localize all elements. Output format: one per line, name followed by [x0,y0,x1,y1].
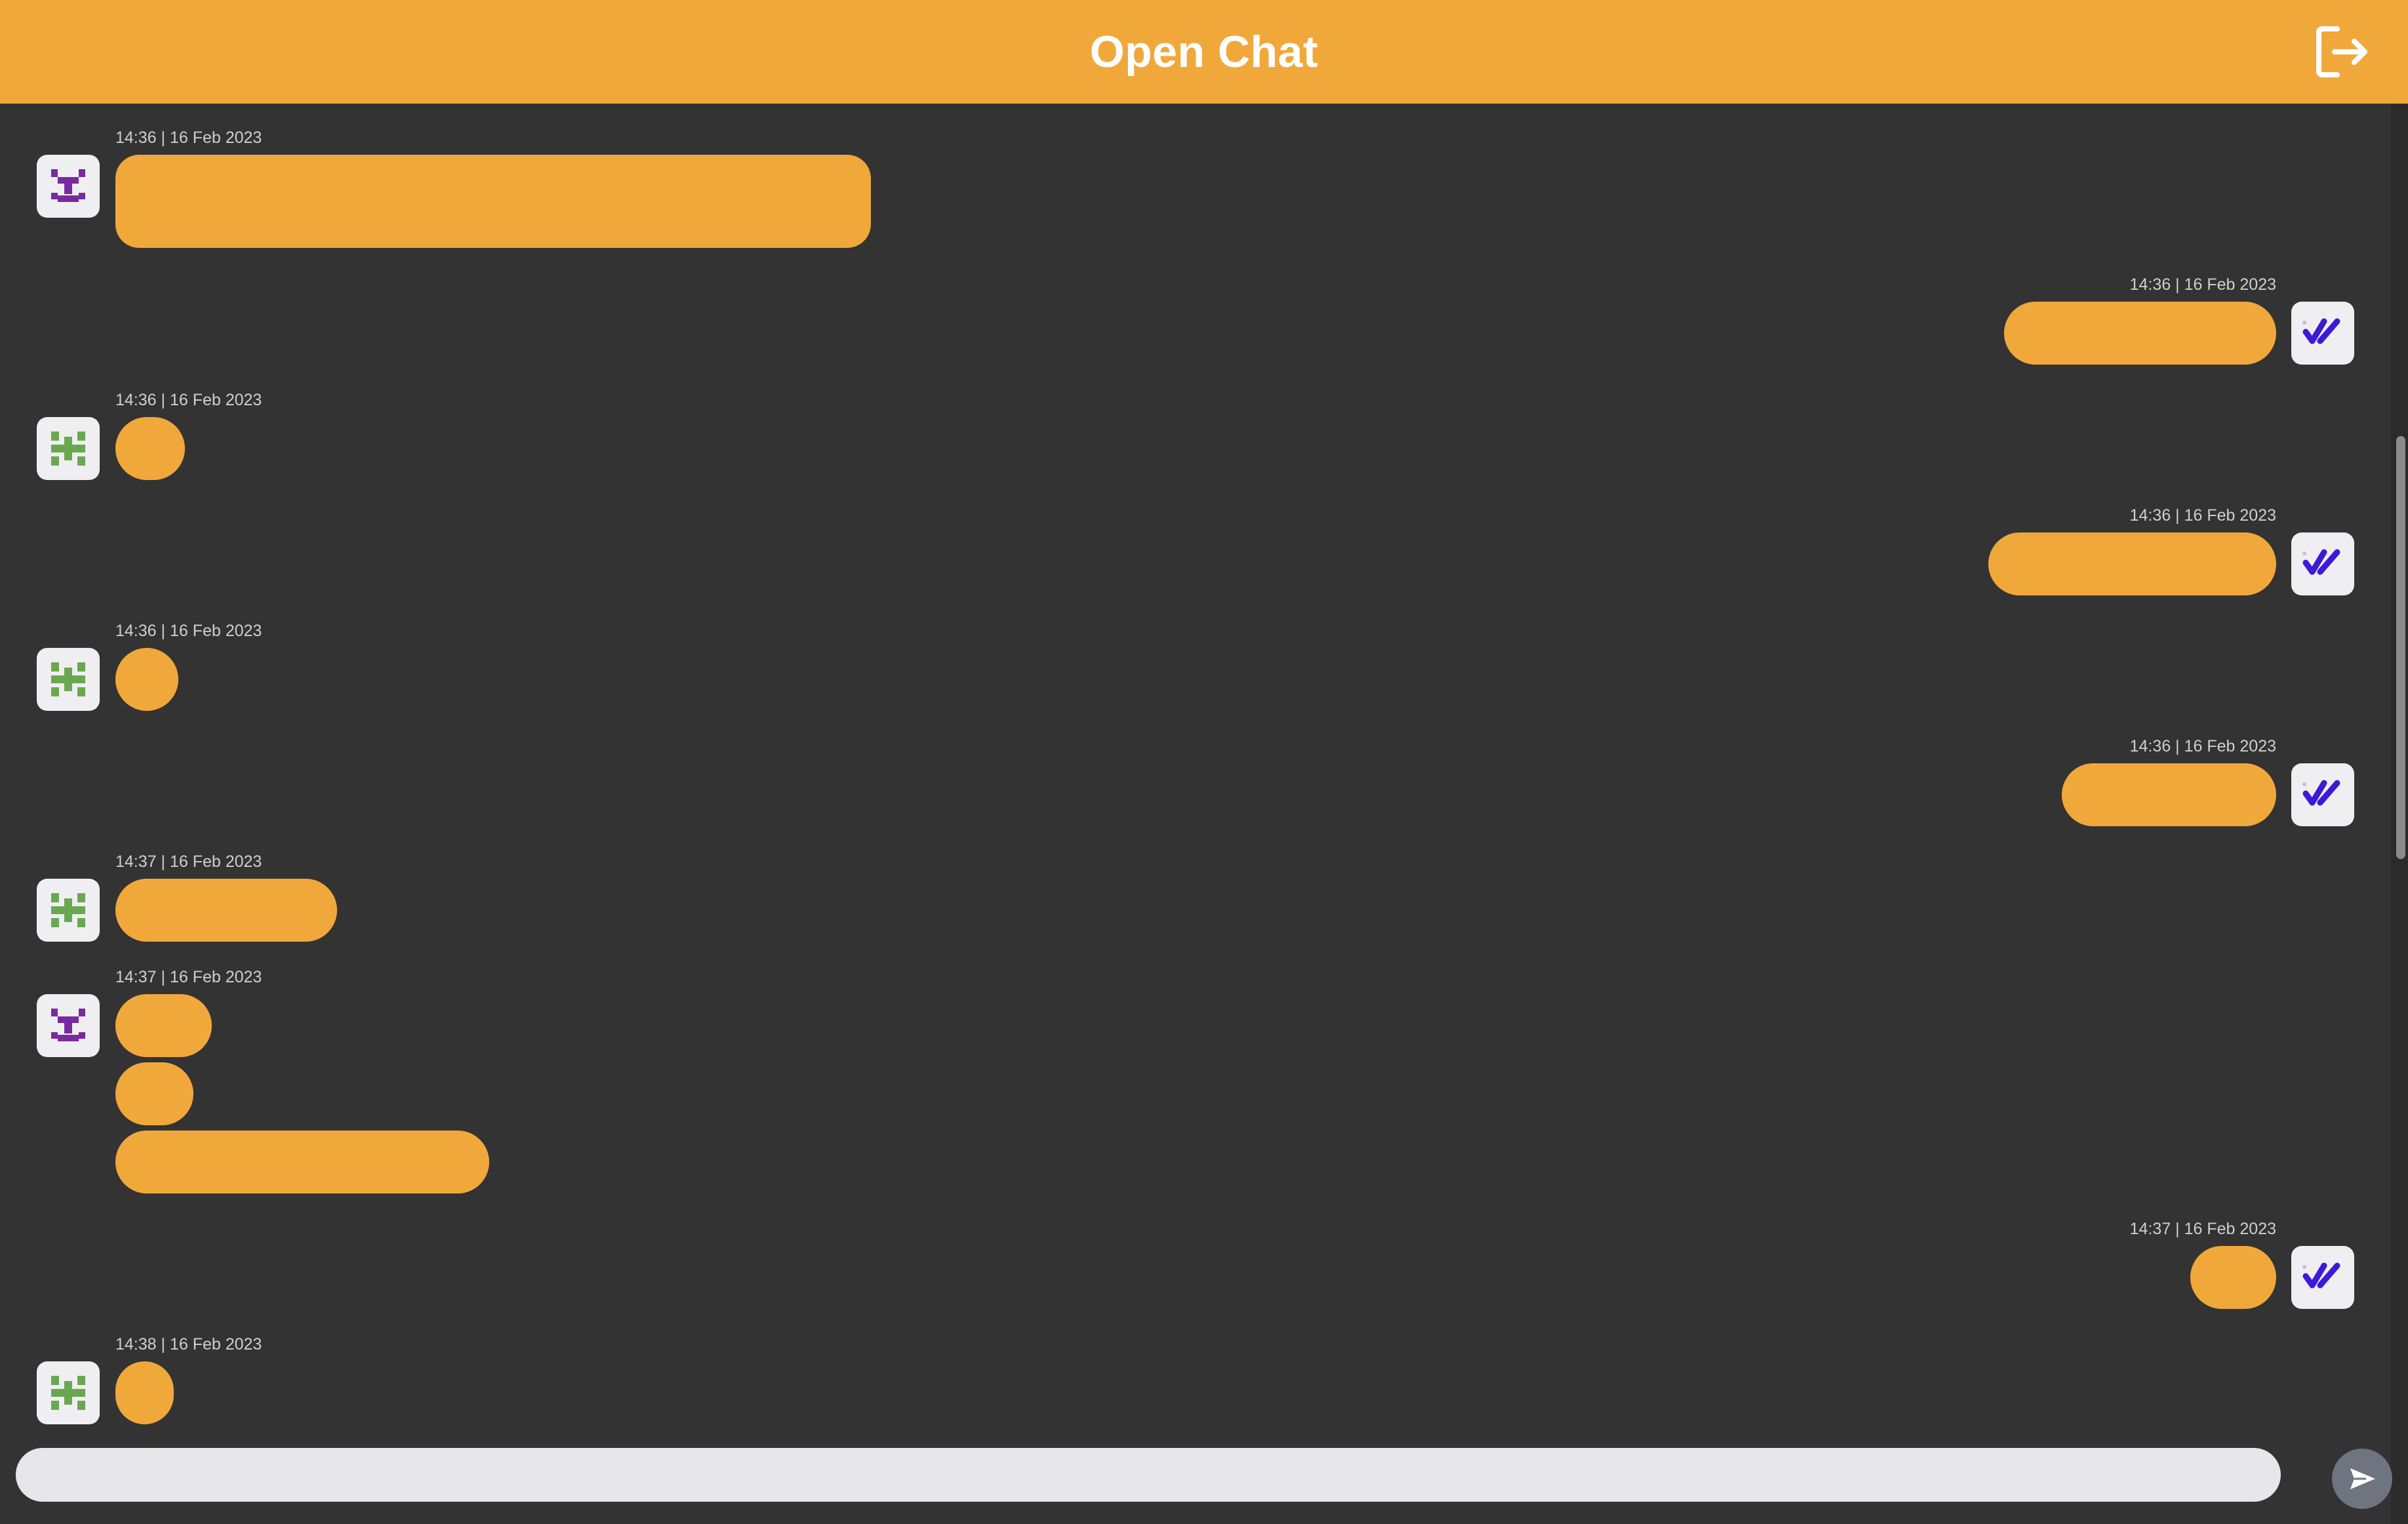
app-title: Open Chat [1089,27,1319,77]
message-bubble[interactable] [115,879,337,942]
message-bubble[interactable] [1988,532,2276,595]
send-icon [2350,1468,2375,1489]
message-bubble[interactable] [115,1361,174,1424]
message-list[interactable]: 14:36 | 16 Feb 2023 14:36 | 16 Feb 2023 … [0,104,2391,1441]
message-bubble[interactable] [115,648,178,711]
message-timestamp: 14:36 | 16 Feb 2023 [115,129,262,147]
purple-pixel-avatar [37,994,100,1057]
message-timestamp: 14:36 | 16 Feb 2023 [2129,737,2276,755]
double-check-avatar [2291,763,2354,826]
purple-pixel-avatar [37,155,100,218]
double-check-avatar [2291,532,2354,595]
double-check-avatar [2291,1246,2354,1309]
message-bubble[interactable] [115,417,185,480]
app-header: Open Chat [0,0,2408,104]
message-timestamp: 14:37 | 16 Feb 2023 [2129,1220,2276,1238]
green-pixel-avatar [37,1361,100,1424]
message-bubble[interactable] [2004,302,2276,365]
message-timestamp: 14:36 | 16 Feb 2023 [2129,275,2276,294]
message-timestamp: 14:36 | 16 Feb 2023 [115,391,262,409]
message-bubble[interactable] [115,994,212,1057]
message-bubble[interactable] [115,1131,489,1193]
message-timestamp: 14:37 | 16 Feb 2023 [115,852,262,871]
message-timestamp: 14:36 | 16 Feb 2023 [115,622,262,640]
double-check-avatar [2291,302,2354,365]
green-pixel-avatar [37,879,100,942]
message-bubble[interactable] [2062,763,2276,826]
message-timestamp: 14:38 | 16 Feb 2023 [115,1335,262,1354]
message-input[interactable] [16,1448,2281,1502]
message-timestamp: 14:36 | 16 Feb 2023 [2129,506,2276,525]
message-timestamp: 14:37 | 16 Feb 2023 [115,968,262,986]
green-pixel-avatar [37,648,100,711]
green-pixel-avatar [37,417,100,480]
message-bubble[interactable] [115,1062,193,1125]
scrollbar-thumb[interactable] [2396,436,2405,859]
message-bubble[interactable] [2190,1246,2276,1309]
logout-icon [2316,26,2367,77]
logout-button[interactable] [2315,24,2371,80]
send-button[interactable] [2332,1449,2392,1509]
message-bubble[interactable] [115,155,871,248]
